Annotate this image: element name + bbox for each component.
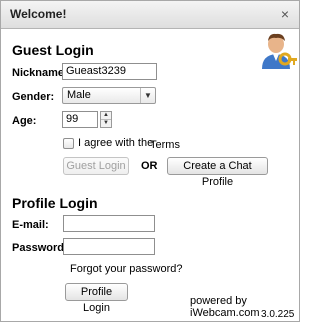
profile-login-button[interactable]: Profile Login <box>65 283 128 314</box>
create-profile-button[interactable]: Create a Chat Profile <box>167 157 268 188</box>
guest-login-button[interactable]: Guest Login <box>63 157 129 175</box>
window-title: Welcome! <box>10 7 67 21</box>
forgot-password-link[interactable]: Forgot your password? <box>70 263 183 275</box>
or-text: OR <box>141 160 158 172</box>
guest-login-heading: Guest Login <box>12 42 94 58</box>
chevron-down-icon: ▼ <box>140 88 155 103</box>
stepper-up-icon[interactable]: ▲ <box>101 112 111 119</box>
profile-login-heading: Profile Login <box>12 195 98 211</box>
password-input[interactable] <box>63 238 155 255</box>
age-stepper[interactable]: ▲ ▼ <box>100 111 112 128</box>
title-bar: Welcome! × <box>1 1 299 29</box>
age-label: Age: <box>12 115 37 127</box>
terms-link[interactable]: Terms <box>150 139 180 151</box>
age-input[interactable]: 99 <box>62 111 98 128</box>
version-text: 3.0.225 <box>261 309 295 320</box>
welcome-dialog: Welcome! × Guest Login Nickname: Gueast3… <box>0 0 300 322</box>
gender-value: Male <box>67 89 91 101</box>
user-key-icon <box>262 33 297 69</box>
agree-text: I agree with the <box>78 137 154 149</box>
nickname-label: Nickname: <box>12 67 68 79</box>
email-input[interactable] <box>63 215 155 232</box>
close-icon[interactable]: × <box>281 6 289 22</box>
gender-select[interactable]: Male ▼ <box>62 87 156 104</box>
nickname-input[interactable]: Gueast3239 <box>62 63 157 80</box>
email-label: E-mail: <box>12 219 49 231</box>
gender-label: Gender: <box>12 91 55 103</box>
password-label: Password: <box>12 242 68 254</box>
agree-checkbox[interactable] <box>63 138 74 149</box>
stepper-down-icon[interactable]: ▼ <box>101 119 111 127</box>
